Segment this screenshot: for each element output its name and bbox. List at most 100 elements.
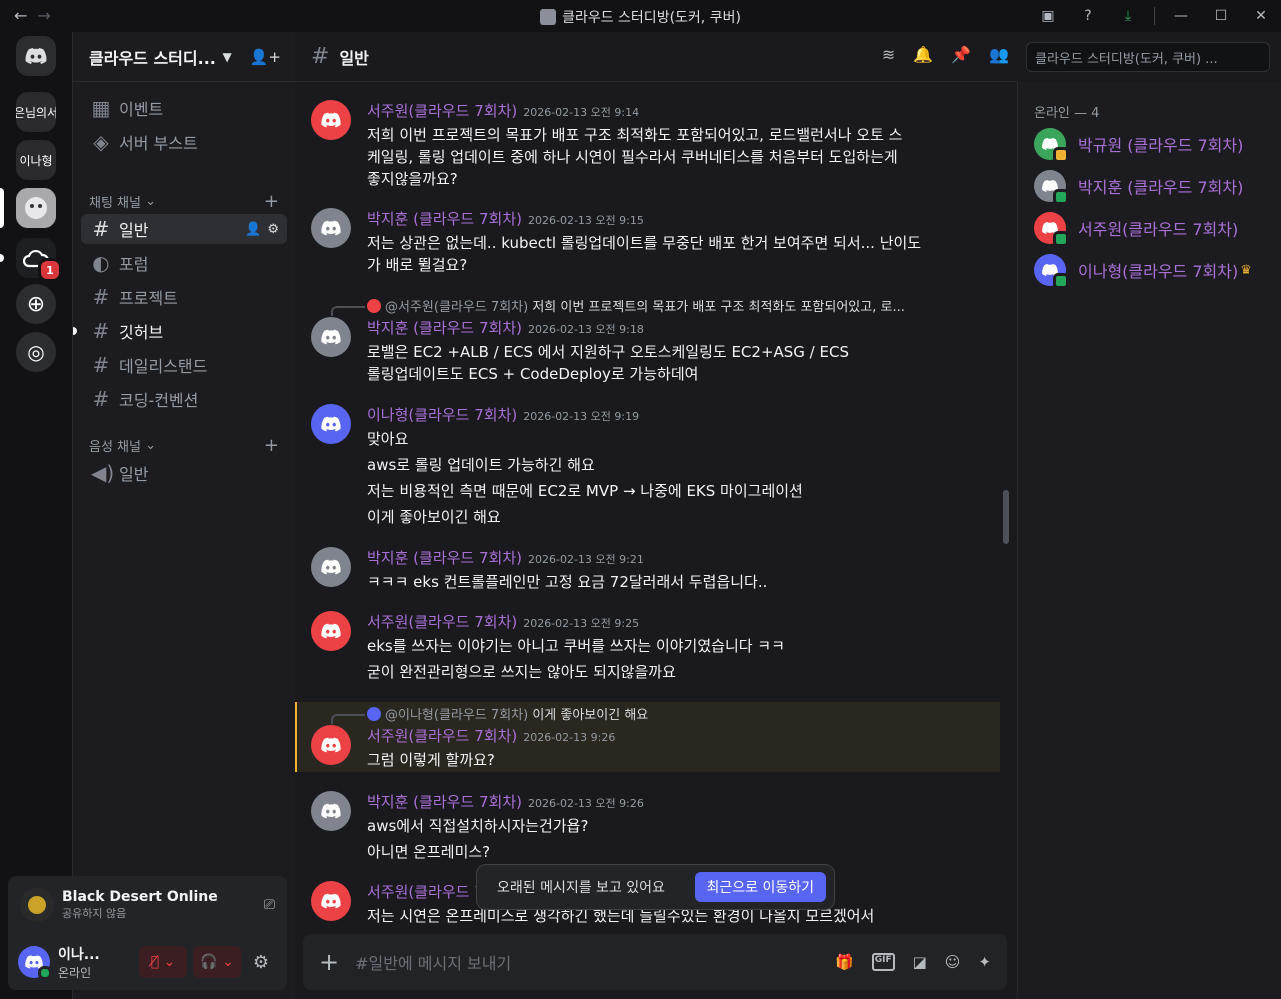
discord-logo-icon	[25, 48, 47, 64]
maximize-icon[interactable]: ☐	[1201, 0, 1241, 32]
category-voice-channels[interactable]: 음성 채널 ⌄ +	[89, 435, 285, 456]
reply-preview[interactable]: @이나형(클라우드 7회차) 이게 좋아보이긴 해요	[367, 704, 648, 723]
avatar[interactable]	[311, 547, 351, 587]
channel-project[interactable]: # 프로젝트	[81, 282, 287, 312]
download-icon[interactable]: ⤓	[1108, 0, 1148, 32]
message-text: 롤링업데이트도 ECS + CodeDeploy로 가능하데여	[367, 365, 699, 383]
server-list: 은님의서 이나형 1 ⊕ ◎	[0, 32, 72, 999]
avatar[interactable]	[311, 611, 351, 651]
add-server-button[interactable]: ⊕	[16, 284, 56, 324]
close-icon[interactable]: ✕	[1241, 0, 1281, 32]
voice-channel-general[interactable]: ◀) 일반	[81, 458, 287, 488]
online-status-icon	[1053, 189, 1069, 205]
message-text: aws에서 직접설치하시자는건가욥?	[367, 817, 589, 835]
message-text: aws로 롤링 업데이트 가능하긴 해요	[367, 456, 595, 474]
invite-people-icon[interactable]: 👤+	[250, 48, 281, 66]
threads-icon[interactable]: ≋	[882, 45, 895, 64]
discord-home-button[interactable]	[16, 36, 56, 76]
message-composer[interactable]: + #일반에 메시지 보내기 🎁 GIF ◪ ☺ ✦	[303, 934, 1007, 990]
avatar[interactable]	[311, 100, 351, 140]
back-arrow-icon[interactable]: ←	[14, 6, 27, 25]
hash-icon: #	[92, 387, 110, 411]
message-timestamp: 2026-02-13 오전 9:25	[523, 617, 640, 630]
server-icon-2[interactable]: 이나형	[16, 140, 56, 180]
reply-connector	[331, 306, 365, 316]
search-input[interactable]: 클라우드 스터디방(도커, 쿠버) ... ⌕	[1026, 42, 1270, 72]
avatar[interactable]	[311, 208, 351, 248]
avatar[interactable]	[311, 791, 351, 831]
message-author[interactable]: 박지훈 (클라우드 7회차)	[367, 210, 522, 228]
message: 박지훈 (클라우드 7회차) 2026-02-13 오전 9:21 ㅋㅋㅋ eks…	[295, 547, 1000, 593]
gear-icon[interactable]: ⚙	[267, 222, 279, 237]
divider	[1154, 7, 1155, 25]
server-icon-1[interactable]: 은님의서	[16, 92, 56, 132]
channel-daily-standup[interactable]: # 데일리스탠드	[81, 350, 287, 380]
server-boost-item[interactable]: ◈ 서버 부스트	[81, 127, 287, 157]
server-header[interactable]: 클라우드 스터디... ▼ 👤+	[73, 32, 295, 82]
message-author[interactable]: 박지훈 (클라우드 7회차)	[367, 319, 522, 337]
discover-button[interactable]: ◎	[16, 332, 56, 372]
member-item[interactable]: 박규원 (클라우드 7회차)	[1034, 126, 1243, 163]
message-author[interactable]: 서주원(클라우드 7회차)	[367, 727, 517, 745]
invite-icon[interactable]: 👤	[245, 222, 261, 237]
message-author[interactable]: 박지훈 (클라우드 7회차)	[367, 549, 522, 567]
help-icon[interactable]: ?	[1068, 0, 1108, 32]
deafen-button[interactable]: 🎧 ⌄	[193, 946, 241, 978]
avatar	[1034, 128, 1069, 163]
inbox-icon[interactable]: ▣	[1028, 0, 1068, 32]
forward-arrow-icon[interactable]: →	[37, 6, 50, 25]
avatar[interactable]	[311, 404, 351, 444]
emoji-icon[interactable]: ☺	[945, 953, 961, 971]
minimize-icon[interactable]: —	[1161, 0, 1201, 32]
jump-to-present-button[interactable]: 최근으로 이동하기	[694, 872, 826, 902]
reply-preview[interactable]: @서주원(클라우드 7회차) 저희 이번 프로젝트의 목표가 배포 구조 최적화…	[367, 296, 905, 315]
upload-plus-icon[interactable]: +	[319, 948, 339, 976]
avatar	[1034, 170, 1069, 205]
gif-icon[interactable]: GIF	[871, 953, 895, 971]
avatar[interactable]	[311, 725, 351, 765]
channel-coding-convention[interactable]: # 코딩-컨벤션	[81, 384, 287, 414]
channel-general[interactable]: # 일반 👤 ⚙	[81, 214, 287, 244]
message-author[interactable]: 이나형(클라우드 7회차)	[367, 406, 517, 424]
server-icon-current[interactable]	[16, 188, 56, 228]
add-channel-icon[interactable]: +	[264, 191, 279, 212]
member-item[interactable]: 서주원(클라우드 7회차)	[1034, 210, 1239, 247]
avatar[interactable]	[311, 881, 351, 921]
member-list-icon[interactable]: 👥	[989, 45, 1009, 64]
message-author[interactable]: 박지훈 (클라우드 7회차)	[367, 793, 522, 811]
category-text-channels[interactable]: 채팅 채널 ⌄ +	[89, 191, 285, 212]
mute-microphone-button[interactable]: 🎙̸ ⌄	[139, 946, 187, 978]
avatar[interactable]	[18, 946, 52, 980]
activity-panel[interactable]: Black Desert Online 공유하지 않음 ⎚	[8, 876, 287, 934]
bell-icon[interactable]: 🔔	[913, 45, 933, 64]
speaker-icon: ◀)	[91, 461, 115, 485]
sticker-icon[interactable]: ◪	[913, 953, 927, 971]
message-text: 저는 상관은 없는데.. kubectl 롤링업데이트를 무중단 배포 한거 보…	[367, 234, 922, 252]
message-text: 그럼 이렇게 할까요?	[367, 751, 495, 769]
message: 서주원(클라우드 7회차) 2026-02-13 오전 9:14 저희 이번 프로…	[295, 100, 1000, 190]
avatar[interactable]	[311, 317, 351, 357]
online-status-icon	[1053, 273, 1069, 289]
member-name: 서주원(클라우드 7회차)	[1078, 220, 1239, 239]
scrollbar-thumb[interactable]	[1003, 490, 1009, 544]
message-text: 가 배로 뛸걸요?	[367, 256, 468, 274]
channel-forum[interactable]: ◐ 포럼	[81, 248, 287, 278]
add-channel-icon[interactable]: +	[264, 435, 279, 456]
gift-icon[interactable]: 🎁	[835, 953, 854, 971]
member-item[interactable]: 박지훈 (클라우드 7회차)	[1034, 168, 1244, 205]
discord-logo-icon	[321, 737, 341, 753]
message-author[interactable]: 서주원(클라우드 7회차)	[367, 613, 517, 631]
message-input[interactable]: #일반에 메시지 보내기	[355, 950, 835, 974]
pin-icon[interactable]: 📌	[951, 45, 971, 64]
message-author[interactable]: 서주원(클라우드 7회차)	[367, 102, 517, 120]
apps-icon[interactable]: ✦	[978, 953, 991, 971]
events-item[interactable]: ▦ 이벤트	[81, 93, 287, 123]
user-settings-gear-icon[interactable]: ⚙	[245, 946, 277, 978]
member-name: 박지훈 (클라우드 7회차)	[1078, 178, 1244, 197]
member-item[interactable]: 이나형(클라우드 7회차) ♛	[1034, 252, 1252, 289]
screen-share-icon[interactable]: ⎚	[264, 897, 275, 913]
message: 서주원(클라우드 7회차) 2026-02-13 오전 9:25 eks를 쓰자는…	[295, 611, 1000, 683]
message-text: 좋지않을까요?	[367, 170, 458, 188]
channel-github[interactable]: # 깃허브	[73, 316, 287, 346]
mention-badge: 1	[38, 258, 62, 282]
